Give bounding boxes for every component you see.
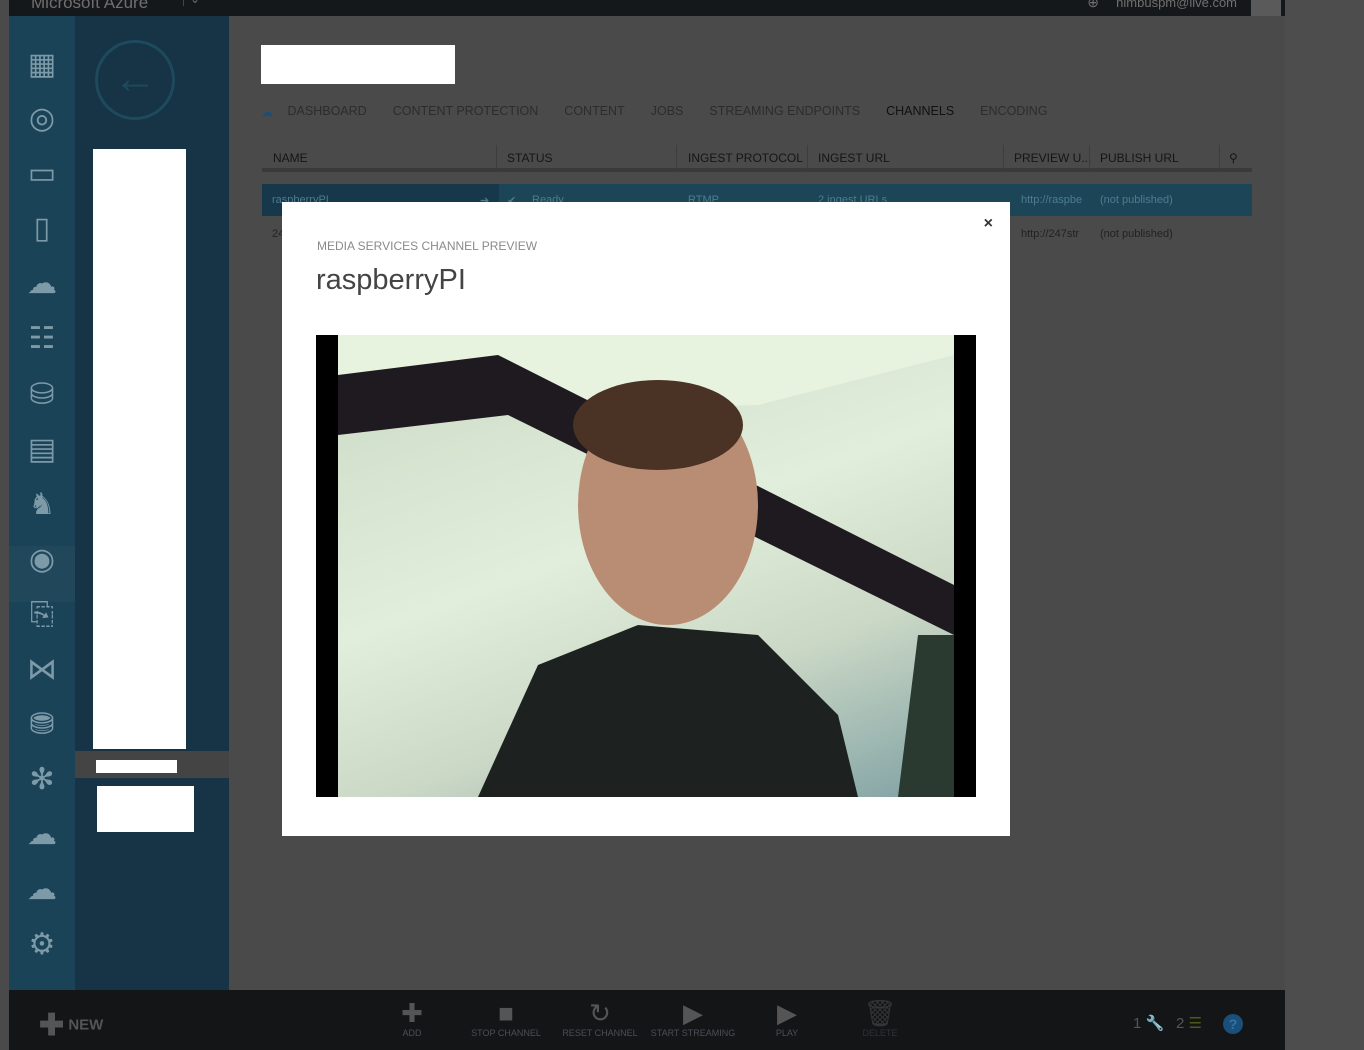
trash-icon: 🗑 [863,998,897,1028]
search-icon[interactable]: ⚲ [1229,151,1238,165]
mobile-services-icon[interactable]: ▯ [21,208,63,250]
stop-icon: ■ [498,998,514,1028]
sql-database-icon[interactable]: ⛁ [21,374,63,416]
new-label: NEW [68,1016,104,1034]
automation-icon[interactable]: ☁ [21,869,63,911]
delete-button[interactable]: 🗑 DELETE [835,998,925,1038]
cache-icon[interactable]: ⛃ [21,704,63,746]
publish-url-text: (not published) [1100,228,1173,240]
column-divider [496,145,497,169]
virtual-machines-icon[interactable]: ▭ [21,153,63,195]
play-label: PLAY [775,1028,799,1038]
back-arrow-icon[interactable]: ← [95,40,175,120]
add-button[interactable]: ✚ ADD [367,998,457,1038]
plus-icon: ✚ [401,998,423,1028]
tab-bar: ☁ DASHBOARD CONTENT PROTECTION CONTENT J… [261,104,1048,119]
video-image [338,335,954,797]
all-items-icon[interactable]: ▦ [21,44,63,86]
column-name[interactable]: NAME [273,151,308,165]
tab-streaming-endpoints[interactable]: STREAMING ENDPOINTS [709,104,860,119]
close-icon[interactable]: × [984,215,993,233]
new-button[interactable]: ✚ NEW [39,1008,103,1043]
list-icon: ☰ [1188,1015,1202,1032]
publish-url-text: (not published) [1100,194,1173,206]
brand[interactable]: Microsoft Azure [31,0,148,13]
add-label: ADD [402,1028,422,1038]
tab-dashboard[interactable]: DASHBOARD [288,104,367,119]
dialog-title: raspberryPI [316,264,466,296]
globe-icon[interactable]: ⊕ [1087,0,1099,11]
redacted-title [261,45,455,84]
user-email[interactable]: nimbuspm@live.com [1116,0,1237,10]
channel-preview-dialog: × MEDIA SERVICES CHANNEL PREVIEW raspber… [282,202,1010,836]
notifications-count[interactable]: 2 ☰ [1176,1014,1202,1032]
hdinsight-icon[interactable]: ♞ [21,484,63,526]
cloud-services-icon[interactable]: ☁ [21,263,63,305]
delete-label: DELETE [862,1028,898,1038]
operations-count[interactable]: 1 🔧 [1133,1014,1164,1032]
play-icon: ▶ [777,998,797,1028]
tab-jobs[interactable]: JOBS [651,104,684,119]
reset-channel-button[interactable]: ↻ RESET CHANNEL [555,998,645,1038]
plus-icon: ✚ [39,1009,65,1042]
operations-number: 1 [1133,1015,1142,1032]
start-streaming-label: START STREAMING [650,1028,736,1038]
stop-channel-label: STOP CHANNEL [471,1028,541,1038]
background-gap [1285,0,1364,1050]
wrench-icon: 🔧 [1145,1015,1165,1032]
reset-channel-label: RESET CHANNEL [562,1028,638,1038]
tab-content[interactable]: CONTENT [564,104,624,119]
service-bus-icon[interactable]: ⎘ [21,594,63,636]
tab-encoding[interactable]: ENCODING [980,104,1047,119]
notifications-number: 2 [1176,1015,1185,1032]
scheduler-icon[interactable]: ⚙ [21,924,63,966]
column-preview-url[interactable]: PREVIEW U... [1014,151,1091,165]
column-divider [1219,145,1220,169]
redacted-list [93,149,186,749]
play-icon: ▶ [683,998,703,1028]
preview-url-text[interactable]: http://raspbe [1021,194,1082,206]
redacted-block [97,786,194,832]
avatar[interactable] [1251,0,1281,16]
storage-icon[interactable]: ▤ [21,429,63,471]
table-header: NAME STATUS INGEST PROTOCOL INGEST URL P… [262,145,1252,172]
service-nav: ▦ ◎ ▭ ▯ ☁ ☷ ⛁ ▤ ♞ ◉ ⎘ ⋈ ⛃ ✻ ☁ ☁ ⚙ [9,16,75,990]
help-icon[interactable]: ? [1223,1014,1243,1034]
video-player[interactable] [316,335,976,797]
reset-icon: ↻ [589,998,611,1028]
column-ingest-protocol[interactable]: INGEST PROTOCOL [688,151,803,165]
media-services-icon[interactable]: ◉ [21,539,63,581]
preview-url-text[interactable]: http://247str [1021,228,1079,240]
biztalk-icon[interactable]: ✻ [21,759,63,801]
batch-icon[interactable]: ☷ [21,318,63,360]
tab-channels[interactable]: CHANNELS [886,104,954,119]
column-divider [807,145,808,169]
redacted-item [96,760,177,773]
command-bar: ✚ NEW ✚ ADD ■ STOP CHANNEL ↻ RESET CHANNEL … [9,990,1285,1050]
dialog-kicker: MEDIA SERVICES CHANNEL PREVIEW [317,239,538,253]
top-bar: Microsoft Azure ⌄ ⊕ nimbuspm@live.com [9,0,1285,16]
column-status[interactable]: STATUS [507,151,553,165]
visual-studio-icon[interactable]: ⋈ [21,649,63,691]
stop-channel-button[interactable]: ■ STOP CHANNEL [461,998,551,1038]
websites-icon[interactable]: ◎ [21,98,63,140]
tab-content-protection[interactable]: CONTENT PROTECTION [393,104,539,119]
column-divider [1089,145,1090,169]
video-frame [338,335,954,797]
resource-sidebar: ← [75,16,229,990]
chevron-down-icon[interactable]: ⌄ [183,0,200,6]
column-publish-url[interactable]: PUBLISH URL [1100,151,1179,165]
quickstart-cloud-icon[interactable]: ☁ [261,104,274,119]
column-ingest-url[interactable]: INGEST URL [818,151,890,165]
column-divider [676,145,677,169]
play-button[interactable]: ▶ PLAY [742,998,832,1038]
start-streaming-button[interactable]: ▶ START STREAMING [648,998,738,1038]
recovery-icon[interactable]: ☁ [21,814,63,856]
column-divider [1003,145,1004,169]
